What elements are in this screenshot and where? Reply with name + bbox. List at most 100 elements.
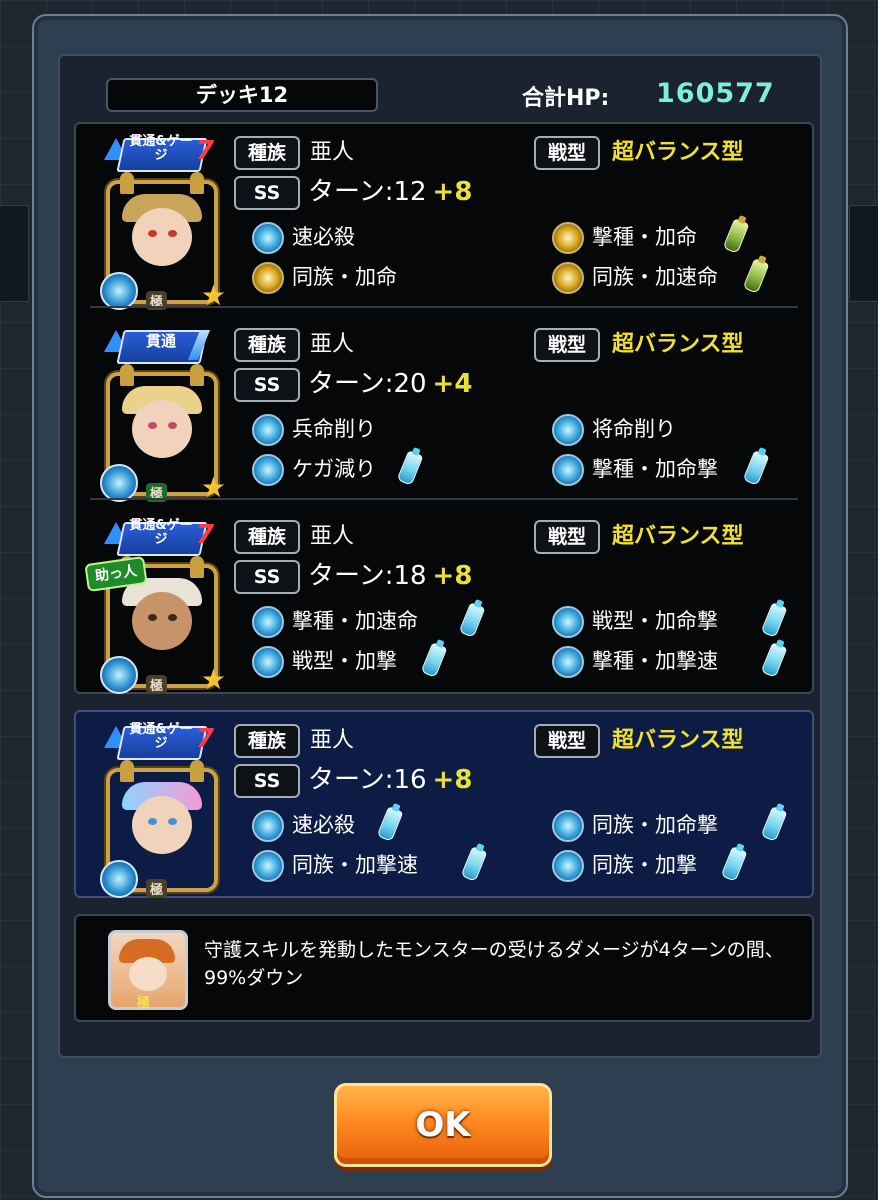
race-value: 亜人: [310, 728, 355, 753]
pierce-gauge-badge: 貫通&ゲージ 7: [102, 132, 214, 172]
friend-monster-panel: 貫通&ゲージ 7 極 種族 亜人 戦型 超バランス型 SS ターン:16+8: [74, 710, 814, 898]
ability-orb-icon: [552, 810, 584, 842]
race-tag: 種族: [234, 724, 300, 758]
party-list: 貫通&ゲージ 7 極 ★ 種族 亜人 戦型 超バランス型 SS ターン:12 +…: [74, 122, 814, 694]
monster-entry[interactable]: 貫通 極 ★ 種族 亜人 戦型 超バランス型 SS ターン:20 +4 兵命削り…: [76, 316, 812, 506]
ability-orb-icon: [552, 606, 584, 638]
monster-portrait[interactable]: 極: [100, 760, 218, 898]
ss-tag: SS: [234, 368, 300, 402]
ok-button[interactable]: OK: [334, 1083, 552, 1167]
deck-name: デッキ12: [106, 78, 378, 112]
ability-orb-icon: [252, 850, 284, 882]
ability-orb-icon: [252, 606, 284, 638]
race-value: 亜人: [310, 140, 355, 165]
horn-icon: [190, 556, 204, 578]
right-side-tab: [849, 205, 878, 302]
race-value: 亜人: [310, 332, 355, 357]
ability-orb-icon: [252, 414, 284, 446]
deck-dialog: デッキ12 合計HP: 160577 貫通&ゲージ 7 極 ★ 種族 亜人 戦型…: [32, 14, 848, 1198]
ss-turn: ターン:18 +8: [308, 561, 473, 591]
potion-bottle-icon: [376, 803, 404, 842]
ability-item: ケガ減り: [252, 447, 512, 486]
ability-orb-icon: [252, 222, 284, 254]
ability-item: 同族・加速命: [552, 255, 812, 294]
race-value: 亜人: [310, 524, 355, 549]
element-orb-icon: [100, 860, 138, 898]
ability-orb-icon: [552, 222, 584, 254]
monster-entry[interactable]: 貫通&ゲージ 7 極 ★ 種族 亜人 戦型 超バランス型 SS ターン:12 +…: [76, 124, 812, 314]
horn-icon: [190, 760, 204, 782]
ss-turn: ターン:20 +4: [308, 369, 473, 399]
type-value: 超バランス型: [612, 728, 744, 753]
element-orb-icon: [100, 272, 138, 310]
ability-orb-icon: [252, 810, 284, 842]
ability-item: 同族・加撃: [552, 843, 812, 882]
total-hp-value: 160577: [656, 78, 775, 109]
ss-tag: SS: [234, 560, 300, 594]
race-tag: 種族: [234, 136, 300, 170]
type-tag: 戦型: [534, 328, 600, 362]
ability-orb-icon: [552, 262, 584, 294]
element-orb-icon: [100, 656, 138, 694]
type-tag: 戦型: [534, 520, 600, 554]
pierce-badge: 貫通: [102, 324, 211, 364]
ss-tag: SS: [234, 176, 300, 210]
potion-bottle-icon: [720, 843, 748, 882]
monster-portrait[interactable]: 極 ★: [100, 172, 226, 310]
horn-icon: [190, 364, 204, 386]
ss-turn: ターン:16 +8: [308, 765, 473, 795]
ability-orb-icon: [552, 850, 584, 882]
ability-item: 戦型・加命撃: [552, 599, 812, 638]
pierce-gauge-badge: 貫通&ゲージ 7: [102, 516, 214, 556]
skill-monster-portrait[interactable]: 極: [108, 930, 188, 1011]
ability-item: 撃種・加速命: [252, 599, 512, 638]
guardian-skill-panel: 極 守護スキルを発動したモンスターの受けるダメージが4ターンの間、99%ダウン: [74, 914, 814, 1022]
potion-bottle-icon: [722, 215, 750, 254]
star-icon: ★: [200, 663, 226, 696]
type-value: 超バランス型: [612, 140, 744, 165]
type-tag: 戦型: [534, 136, 600, 170]
potion-bottle-icon: [460, 843, 488, 882]
potion-bottle-icon: [396, 447, 424, 486]
ability-item: 兵命削り: [252, 412, 512, 446]
ability-item: 戦型・加撃: [252, 639, 512, 678]
ss-tag: SS: [234, 764, 300, 798]
ss-turn: ターン:12 +8: [308, 177, 473, 207]
type-value: 超バランス型: [612, 332, 744, 357]
monster-portrait[interactable]: 極 ★: [100, 364, 226, 502]
ability-item: 速必殺: [252, 220, 512, 254]
ability-item: 同族・加撃速: [252, 843, 512, 882]
horn-icon: [120, 760, 134, 782]
ability-orb-icon: [252, 454, 284, 486]
race-tag: 種族: [234, 328, 300, 362]
potion-bottle-icon: [742, 447, 770, 486]
potion-bottle-icon: [420, 639, 448, 678]
total-hp-label: 合計HP:: [522, 86, 610, 111]
left-side-tab: [0, 205, 29, 302]
monster-entry[interactable]: 貫通&ゲージ 7 極 ★ 助っ人 種族 亜人 戦型 超バランス型 SS ターン:…: [76, 508, 812, 698]
ok-button-label: OK: [415, 1105, 471, 1145]
ability-item: 撃種・加命撃: [552, 447, 812, 486]
ability-item: 同族・加命: [252, 260, 512, 294]
ability-orb-icon: [552, 414, 584, 446]
potion-bottle-icon: [760, 803, 788, 842]
potion-bottle-icon: [742, 255, 770, 294]
skill-description: 守護スキルを発動したモンスターの受けるダメージが4ターンの間、99%ダウン: [204, 939, 784, 989]
type-value: 超バランス型: [612, 524, 744, 549]
ability-orb-icon: [252, 646, 284, 678]
horn-icon: [190, 172, 204, 194]
horn-icon: [120, 172, 134, 194]
potion-bottle-icon: [760, 639, 788, 678]
pierce-gauge-badge: 貫通&ゲージ 7: [102, 720, 214, 760]
divider: [90, 498, 798, 500]
deck-panel: デッキ12 合計HP: 160577 貫通&ゲージ 7 極 ★ 種族 亜人 戦型…: [58, 54, 822, 1058]
ability-orb-icon: [552, 454, 584, 486]
potion-bottle-icon: [760, 599, 788, 638]
ability-item: 撃種・加命: [552, 215, 812, 254]
divider: [90, 306, 798, 308]
element-orb-icon: [100, 464, 138, 502]
ability-item: 速必殺: [252, 803, 512, 842]
monster-entry[interactable]: 貫通&ゲージ 7 極 種族 亜人 戦型 超バランス型 SS ターン:16+8: [76, 712, 812, 902]
horn-icon: [120, 364, 134, 386]
type-tag: 戦型: [534, 724, 600, 758]
